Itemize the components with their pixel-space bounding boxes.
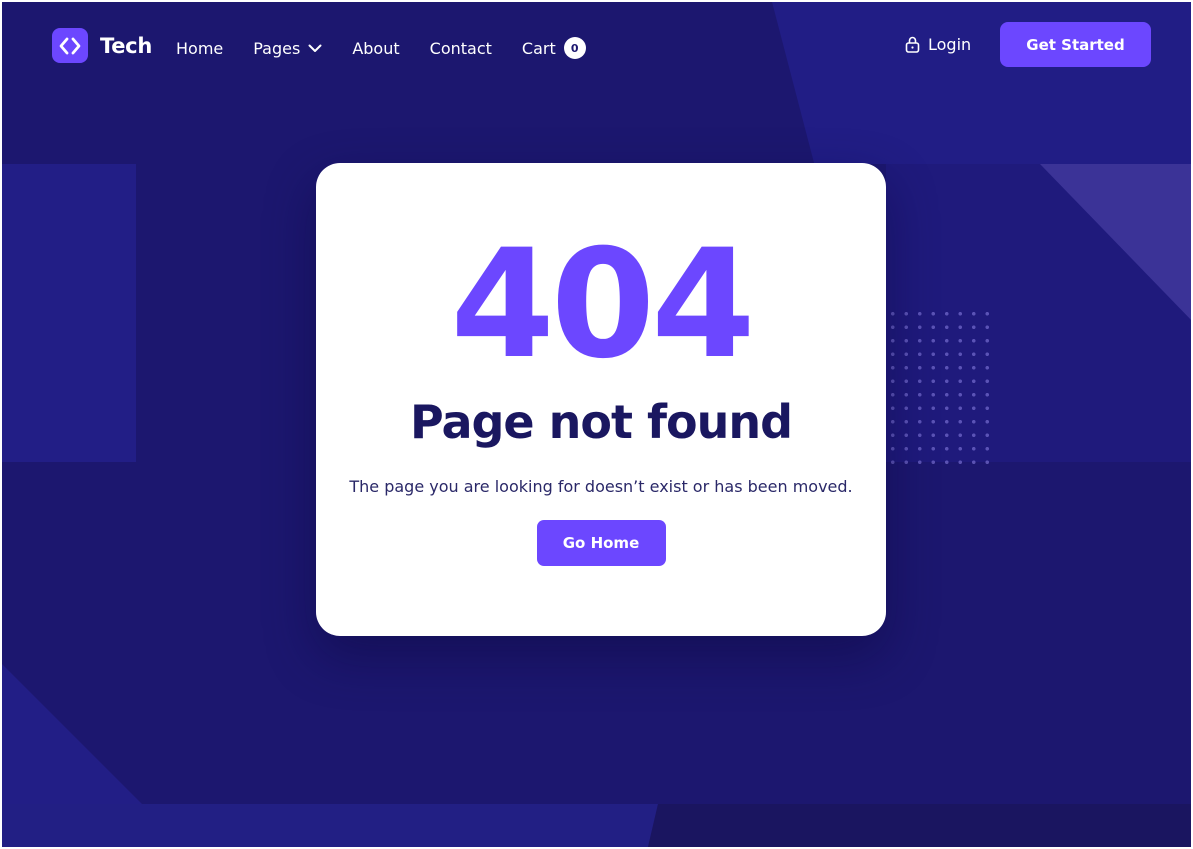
nav-item-cart[interactable]: Cart 0 (522, 37, 586, 59)
error-card: 404 Page not found The page you are look… (316, 163, 886, 636)
brand-logo[interactable]: Tech (52, 28, 152, 63)
nav-item-contact[interactable]: Contact (430, 39, 492, 58)
chevron-down-icon (308, 44, 322, 52)
error-title: Page not found (409, 395, 793, 449)
nav-item-label: Home (176, 38, 224, 58)
go-home-button[interactable]: Go Home (536, 520, 666, 566)
nav-item-label: Contact (429, 38, 492, 58)
bg-dot-grid (886, 307, 990, 472)
nav-item-label: Cart (521, 38, 556, 58)
nav-item-label: About (352, 38, 400, 58)
login-link[interactable]: Login (905, 35, 971, 54)
error-message: The page you are looking for doesn’t exi… (349, 477, 853, 496)
login-label: Login (928, 35, 972, 54)
main-menu: Home Pages About Contact Cart 0 (176, 37, 616, 59)
cart-count-badge: 0 (563, 37, 586, 59)
top-navbar: Tech Home Pages About Contact Cart 0 Log… (2, 2, 1191, 92)
brand-name: Tech (100, 33, 152, 58)
bg-shape-bottom-dark (647, 804, 1191, 847)
bg-shape-left (2, 164, 136, 462)
lock-icon (905, 36, 920, 53)
bg-shape-bottom-left (2, 664, 142, 804)
nav-item-label: Pages (253, 38, 301, 58)
error-code: 404 (450, 218, 755, 392)
code-brackets-icon (52, 28, 88, 63)
nav-item-pages[interactable]: Pages (253, 39, 322, 58)
page-frame: Tech Home Pages About Contact Cart 0 Log… (0, 0, 1193, 849)
get-started-button[interactable]: Get Started (1000, 22, 1151, 67)
nav-item-home[interactable]: Home (176, 39, 223, 58)
nav-item-about[interactable]: About (352, 39, 399, 58)
